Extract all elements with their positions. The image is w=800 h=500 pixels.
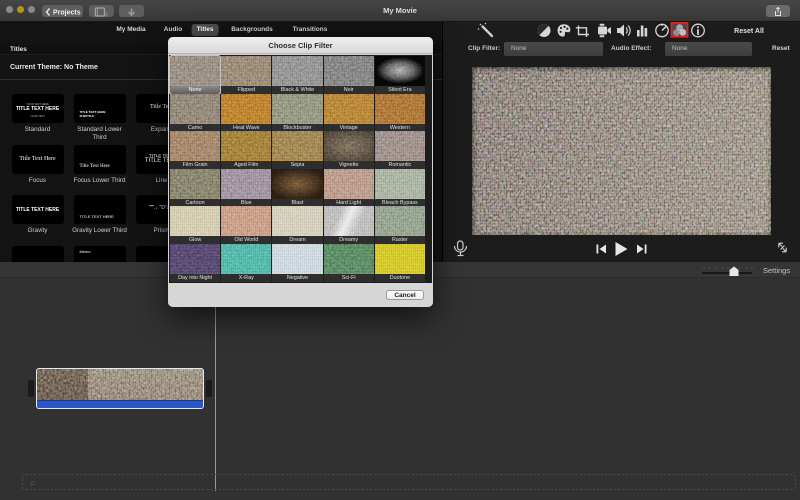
svg-text:♫: ♫ (29, 478, 35, 488)
svg-text:Reset All: Reset All (734, 28, 764, 35)
